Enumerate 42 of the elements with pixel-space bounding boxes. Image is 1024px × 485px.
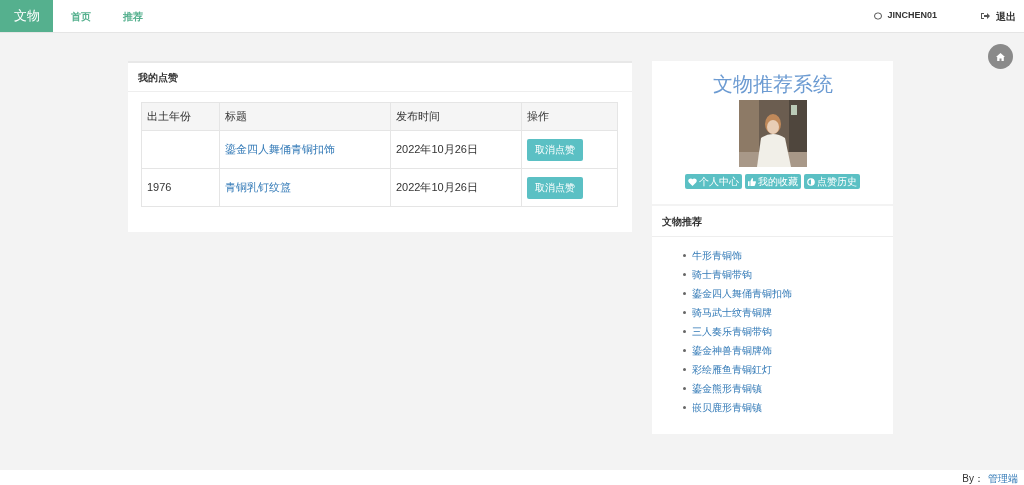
column-header: 出土年份	[141, 102, 220, 131]
recommend-link[interactable]: 三人奏乐青铜带钩	[692, 324, 772, 339]
table-cell: 2022年10月26日	[396, 181, 478, 194]
table-cell: 1976	[147, 181, 172, 194]
bullet-icon	[683, 292, 686, 295]
recommend-link[interactable]: 骑士青铜带钩	[692, 267, 752, 282]
column-header: 操作	[521, 102, 618, 131]
card-title: 我的点赞	[138, 70, 178, 85]
bullet-icon	[683, 368, 686, 371]
nav-link[interactable]: 推荐	[118, 8, 148, 24]
sign-out-icon	[981, 12, 990, 20]
recommend-link[interactable]: 彩绘雁鱼青铜釭灯	[692, 362, 772, 377]
recommend-link[interactable]: 嵌贝鹿形青铜镇	[692, 400, 762, 415]
card-title: 文物推荐	[662, 214, 702, 229]
recommend-link[interactable]: 鎏金神兽青铜牌饰	[692, 343, 772, 358]
heart-icon	[688, 177, 697, 186]
recommend-link[interactable]: 牛形青铜饰	[692, 248, 742, 263]
bullet-icon	[683, 273, 686, 276]
user-link[interactable]: JINCHEN01	[874, 9, 937, 23]
bullet-icon	[683, 349, 686, 352]
admin-link[interactable]: 管理端	[988, 473, 1018, 485]
brand-link[interactable]: 文物	[0, 0, 53, 32]
bullet-icon	[683, 387, 686, 390]
column-header: 标题	[219, 102, 391, 131]
footer-text: By：	[962, 473, 984, 485]
bullet-icon	[683, 330, 686, 333]
recommend-link[interactable]: 骑马武士纹青铜牌	[692, 305, 772, 320]
table-cell: 2022年10月26日	[396, 143, 478, 156]
bullet-icon	[683, 406, 686, 409]
half-circle-icon	[807, 177, 815, 186]
home-button[interactable]	[988, 44, 1013, 69]
system-heading: 文物推荐系统	[712, 72, 833, 97]
home-icon	[996, 52, 1005, 61]
title-link[interactable]: 青铜乳钉纹簋	[225, 181, 291, 194]
logout-link[interactable]: 退出	[981, 8, 1016, 24]
bullet-icon	[683, 254, 686, 257]
recommend-link[interactable]: 鎏金熊形青铜镇	[692, 381, 762, 396]
column-header: 发布时间	[390, 102, 522, 131]
recommend-link[interactable]: 鎏金四人舞俑青铜扣饰	[692, 286, 792, 301]
bullet-icon	[683, 311, 686, 314]
nav-link[interactable]: 首页	[66, 8, 96, 24]
thumbs-up-icon	[748, 177, 756, 186]
